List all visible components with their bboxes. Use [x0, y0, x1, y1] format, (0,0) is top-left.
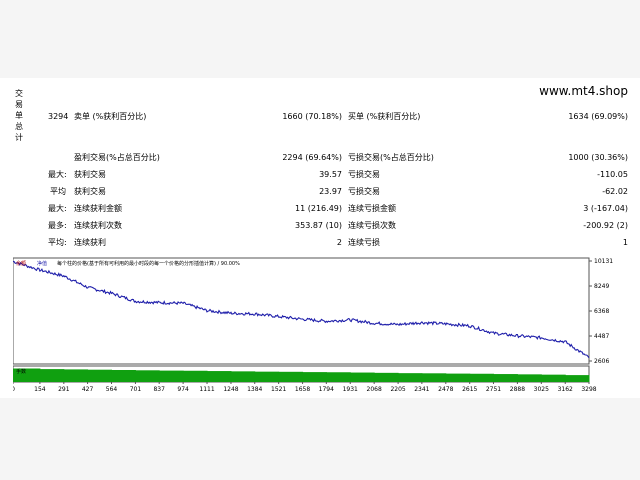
volume-bar — [421, 373, 447, 382]
volume-bar — [565, 375, 590, 382]
short-positions-value: 1660 (70.18%) — [282, 112, 342, 121]
x-tick-label: 2751 — [486, 386, 501, 392]
x-tick-label: 837 — [153, 386, 165, 392]
volume-bar — [302, 372, 327, 382]
x-tick-label: 1248 — [223, 386, 238, 392]
legend-note: 每个柱的价格(基于所有可利用的最小时段的每一个价格的分形插值计算) / 90.0… — [57, 260, 240, 267]
y-tick-label: 6368 — [594, 308, 609, 315]
volume-bar — [183, 370, 208, 382]
x-tick-label: 2888 — [510, 386, 525, 392]
y-tick-label: 10131 — [594, 258, 613, 265]
x-tick-label: 2068 — [367, 386, 382, 392]
volume-bar — [517, 374, 542, 382]
volume-bar — [207, 371, 232, 382]
legend-balance: 余额 — [16, 260, 26, 267]
x-tick-label: 1931 — [343, 386, 358, 392]
loss-trades-label: 亏损交易(%占总百分比) — [348, 153, 434, 162]
long-positions-label: 买单 (%获利百分比) — [348, 112, 421, 121]
total-trades-value: 3294 — [48, 112, 69, 121]
volume-bar — [63, 369, 89, 382]
site-watermark: www.mt4.shop — [539, 84, 628, 98]
volume-bar — [398, 373, 423, 382]
x-tick-label: 3298 — [581, 386, 596, 392]
y-tick-label: 4487 — [594, 333, 609, 340]
long-positions-value: 1634 (69.09%) — [568, 112, 628, 121]
balance-chart: 10131 8249 6368 4487 2606 余额 净值 每个柱的价格(基于所有可利用的… — [13, 256, 629, 392]
x-tick-label: 291 — [58, 386, 70, 392]
volume-bar — [541, 374, 566, 382]
volume-label: 手数 — [16, 368, 26, 375]
x-tick-label: 974 — [177, 386, 189, 392]
volume-bar — [278, 371, 304, 382]
volume-bar — [159, 370, 184, 382]
balance-chart-svg: 10131 8249 6368 4487 2606 余额 净值 每个柱的价格(基于所有可利用的… — [13, 257, 613, 392]
y-tick-label: 2606 — [594, 358, 609, 365]
x-tick-label: 1111 — [199, 386, 214, 392]
volume-bar — [254, 371, 280, 382]
x-tick-label: 2341 — [414, 386, 429, 392]
x-tick-label: 1794 — [319, 386, 334, 392]
x-tick-label: 427 — [82, 386, 94, 392]
volume-bar — [493, 374, 518, 382]
chart-frame — [13, 257, 590, 365]
section-label-trades: 交 易 单 总 计 — [15, 89, 23, 142]
x-tick-label: 3025 — [534, 386, 549, 392]
x-tick-label: 2615 — [462, 386, 477, 392]
volume-bar — [374, 372, 399, 382]
x-tick-label: 1658 — [295, 386, 310, 392]
x-tick-label: 3162 — [558, 386, 573, 392]
x-tick-label: 701 — [130, 386, 142, 392]
x-tick-label: 2478 — [438, 386, 453, 392]
volume-bar — [230, 371, 256, 382]
volume-bar — [135, 370, 160, 382]
x-tick-label: 0 — [13, 386, 15, 392]
x-tick-label: 1384 — [247, 386, 262, 392]
legend-equity: 净值 — [37, 260, 47, 267]
profit-trades-value: 2294 (69.64%) — [282, 153, 342, 162]
volume-bar — [350, 372, 375, 382]
volume-bar — [469, 373, 494, 382]
loss-trades-value: 1000 (30.36%) — [568, 153, 628, 162]
x-tick-label: 154 — [34, 386, 46, 392]
short-positions-label: 卖单 (%获利百分比) — [74, 112, 147, 121]
x-tick-label: 564 — [106, 386, 118, 392]
volume-bar — [111, 370, 136, 382]
volume-bar — [445, 373, 471, 382]
volume-bar — [87, 369, 113, 382]
x-tick-label: 1521 — [271, 386, 286, 392]
profit-trades-label: 盈利交易(%占总百分比) — [74, 153, 160, 162]
volume-bar — [326, 372, 351, 382]
y-tick-label: 8249 — [594, 283, 609, 290]
x-tick-label: 2205 — [390, 386, 405, 392]
volume-bar — [39, 369, 65, 382]
